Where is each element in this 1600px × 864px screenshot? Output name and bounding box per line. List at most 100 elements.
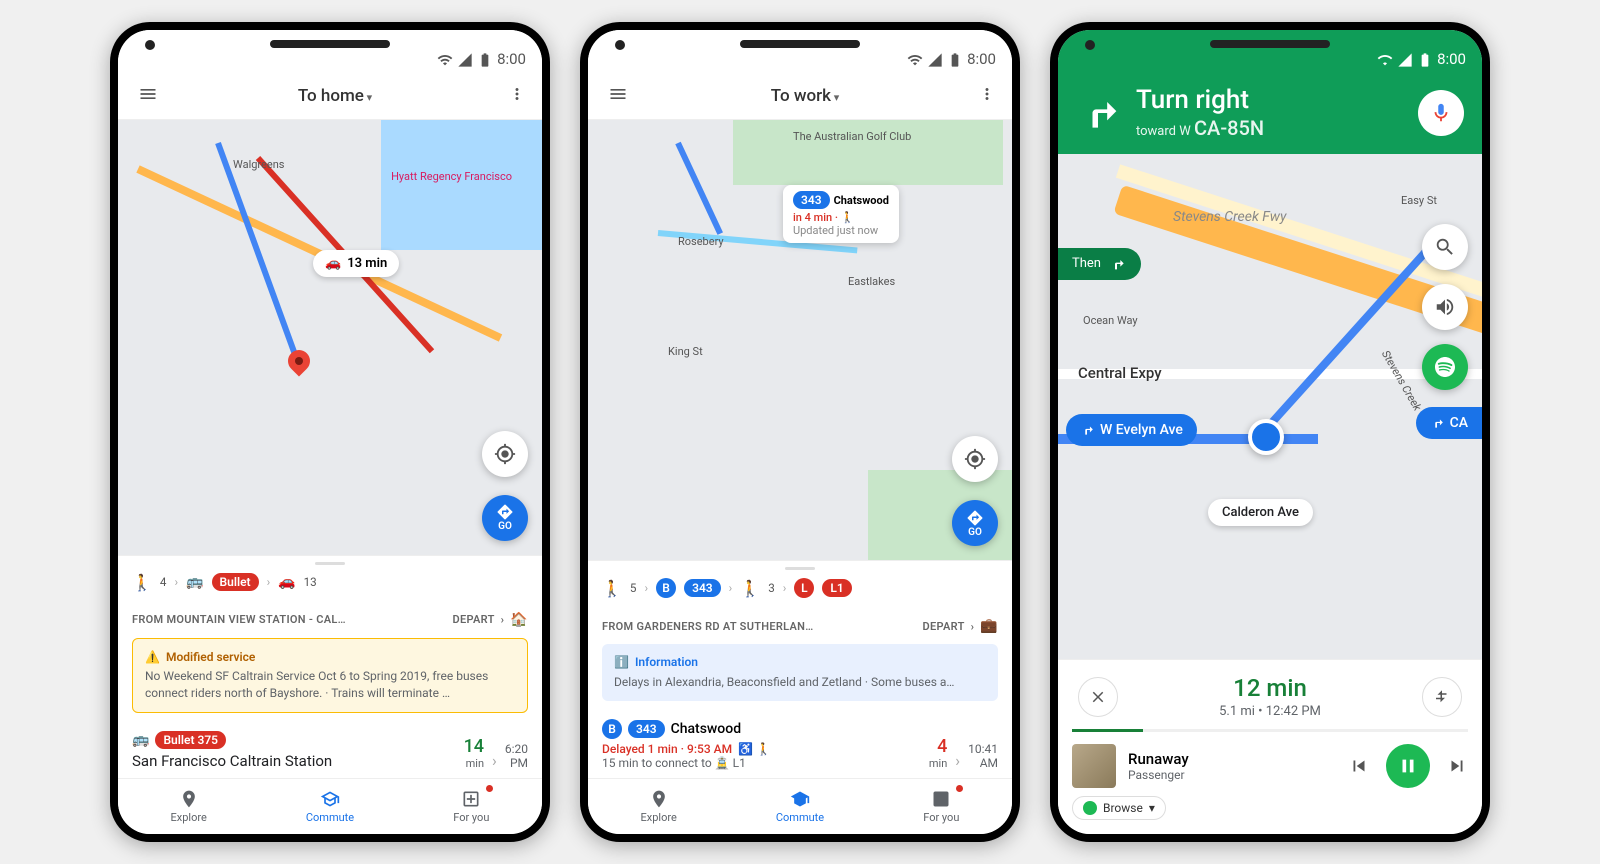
phone-frame-3: 8:00 Turn right toward W CA-85N Then (1050, 22, 1490, 842)
from-row[interactable]: FROM MOUNTAIN VIEW STATION - CAL… DEPART… (118, 602, 542, 638)
battery-icon (947, 52, 963, 68)
my-location-button[interactable] (482, 431, 528, 477)
eta-chip-text: 13 min (347, 256, 387, 271)
signal-icon (1397, 52, 1413, 68)
notification-dot-icon (486, 785, 493, 792)
from-row[interactable]: FROM GARDENERS RD AT SUTHERLAN… DEPART › (588, 608, 1012, 644)
dep-time: 10:41 (968, 742, 998, 756)
camera (145, 40, 155, 50)
nav-info-sheet: 12 min 5.1 mi • 12:42 PM Runaway Passeng… (1058, 659, 1482, 834)
walk-icon (602, 579, 622, 598)
next-track-button[interactable] (1446, 755, 1468, 777)
bus-callout[interactable]: 343 Chatswood in 4 min · 🚶 Updated just … (783, 185, 899, 243)
destination-dropdown[interactable]: To work (636, 86, 974, 106)
service-alert[interactable]: ⚠️Modified service No Weekend SF Caltrai… (132, 638, 528, 713)
turn-right-icon (1076, 91, 1120, 135)
menu-button[interactable] (600, 76, 636, 116)
status-bar: 8:00 (588, 30, 1012, 72)
callout-updated: Updated just now (793, 224, 889, 237)
status-time: 8:00 (497, 50, 526, 68)
search-button[interactable] (1422, 224, 1468, 270)
pause-icon (1397, 755, 1419, 777)
street-sign-right: CA (1416, 407, 1482, 439)
walk-mins: 4 (160, 575, 167, 589)
directions-icon (966, 509, 984, 527)
commute-sheet[interactable]: 4 › Bullet › 13 FROM MOUNTAIN VIEW STATI… (118, 555, 542, 778)
from-station: FROM MOUNTAIN VIEW STATION - CAL… (132, 613, 346, 626)
prev-track-button[interactable] (1348, 755, 1370, 777)
depart-label: DEPART (453, 613, 495, 626)
play-pause-button[interactable] (1386, 744, 1430, 788)
info-body: Delays in Alexandria, Beaconsfield and Z… (614, 674, 986, 691)
transit-departure[interactable]: B 343 Chatswood Delayed 1 min · 9:53 AM … (588, 711, 1012, 778)
alert-body: No Weekend SF Caltrain Service Oct 6 to … (145, 668, 515, 702)
go-button[interactable]: GO (482, 495, 528, 541)
chevron-down-icon: ▾ (1149, 801, 1155, 815)
nav-foryou[interactable]: For you (401, 779, 542, 834)
nav-foryou[interactable]: For you (871, 779, 1012, 834)
dep-period: PM (505, 756, 528, 770)
car-mins: 13 (304, 575, 317, 589)
spotify-button[interactable] (1422, 344, 1468, 390)
l-badge: L (794, 578, 814, 598)
app-header: To home (118, 72, 542, 120)
hamburger-icon (608, 84, 628, 104)
nav-commute[interactable]: Commute (259, 779, 400, 834)
song-title: Runaway (1128, 750, 1189, 768)
service-info[interactable]: ℹ️Information Delays in Alexandria, Beac… (602, 644, 998, 701)
turn-right-icon (1430, 416, 1444, 430)
nav-label: Explore (171, 811, 207, 824)
voice-search-button[interactable] (1418, 90, 1464, 136)
crosshair-icon (494, 443, 516, 465)
grabber[interactable] (315, 562, 345, 565)
nav-explore[interactable]: Explore (588, 779, 729, 834)
destination-dropdown[interactable]: To home (166, 86, 504, 106)
menu-button[interactable] (130, 76, 166, 116)
signal-icon (927, 52, 943, 68)
route-steps: 5 › B 343 › 3 › L L1 (588, 578, 1012, 608)
album-art[interactable] (1072, 744, 1116, 788)
nav-direction-banner[interactable]: Turn right toward W CA-85N (1058, 72, 1482, 154)
map[interactable]: The Australian Golf Club Rosebery Eastla… (588, 120, 1012, 560)
callout-dest: Chatswood (834, 194, 889, 207)
directions-icon (496, 503, 514, 521)
browse-music-button[interactable]: Browse ▾ (1072, 796, 1166, 820)
callout-eta: in 4 min (793, 211, 832, 224)
pin-icon (179, 789, 199, 809)
eta-unit: min (464, 757, 484, 770)
nav-eta[interactable]: 12 min 5.1 mi • 12:42 PM (1219, 674, 1321, 719)
alt-routes-button[interactable] (1422, 677, 1462, 717)
train-icon (132, 732, 149, 748)
label-easy: Easy St (1401, 194, 1437, 207)
delayed-text: Delayed 1 min · 9:53 AM (602, 742, 732, 756)
close-nav-button[interactable] (1078, 677, 1118, 717)
commute-sheet[interactable]: 5 › B 343 › 3 › L L1 FROM GARDENERS RD A… (588, 560, 1012, 778)
eta-minutes: 4 (929, 736, 947, 757)
camera (615, 40, 625, 50)
close-icon (1089, 688, 1107, 706)
map[interactable]: Then Stevens Creek Fwy Easy St Glen Ct O… (1058, 154, 1482, 659)
bus-icon (186, 574, 203, 590)
street-callout: Calderon Ave (1208, 499, 1313, 526)
nav-explore[interactable]: Explore (118, 779, 259, 834)
sign-text: W Evelyn Ave (1100, 422, 1183, 438)
callout-route: 343 (793, 191, 830, 209)
walk-icon (740, 579, 760, 598)
transit-departure[interactable]: Bullet 375 San Francisco Caltrain Statio… (118, 723, 542, 778)
walk-mins2: 3 (768, 581, 775, 595)
nav-commute[interactable]: Commute (729, 779, 870, 834)
route-badge: Bullet 375 (155, 731, 226, 749)
map[interactable]: Walgreens Hyatt Regency Francisco 🚗 13 m… (118, 120, 542, 555)
bottom-nav: Explore Commute For you (588, 778, 1012, 834)
status-bar: 8:00 (118, 30, 542, 72)
street-sign-left: W Evelyn Ave (1066, 414, 1197, 446)
overflow-menu[interactable] (974, 77, 1000, 115)
overflow-menu[interactable] (504, 77, 530, 115)
sound-button[interactable] (1422, 284, 1468, 330)
then-step-badge[interactable]: Then (1058, 248, 1141, 280)
dest-name: Chatswood (671, 721, 742, 737)
eta-chip[interactable]: 🚗 13 min (313, 250, 399, 277)
grabber[interactable] (785, 567, 815, 570)
poi-hyatt: Hyatt Regency Francisco (391, 170, 512, 183)
phone-frame-2: 8:00 To work The Australian Golf Club Ro… (580, 22, 1020, 842)
